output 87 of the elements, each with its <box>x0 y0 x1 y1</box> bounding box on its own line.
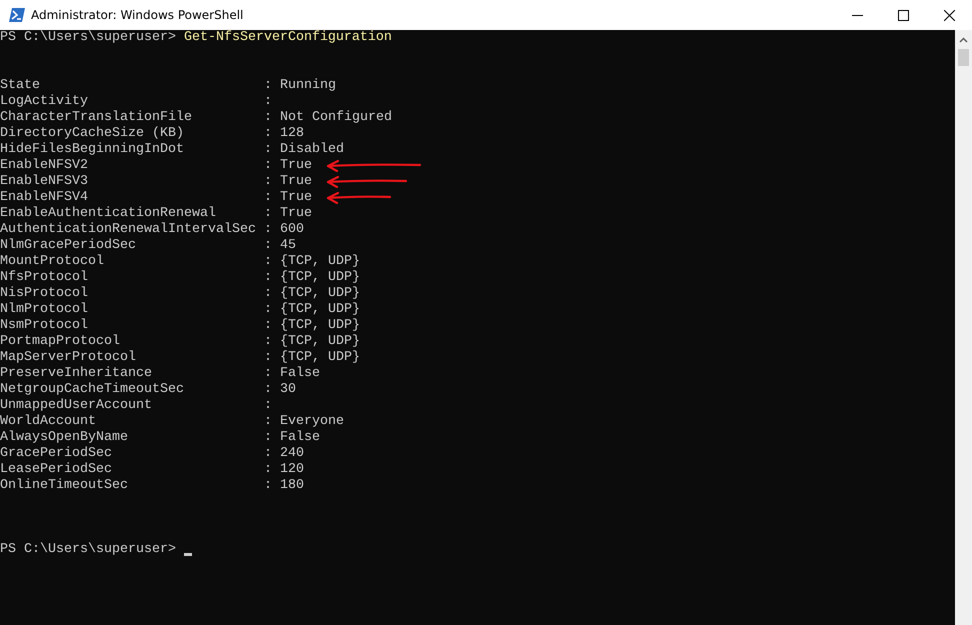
separator-text: : <box>264 126 272 142</box>
property-value: Disabled <box>280 142 344 158</box>
separator-text: : <box>264 414 272 430</box>
scrollbar-thumb[interactable] <box>958 49 969 66</box>
property-value: Running <box>280 78 336 94</box>
separator-text: : <box>264 382 272 398</box>
separator-text: : <box>264 270 272 286</box>
maximize-icon <box>898 10 908 20</box>
separator-text: : <box>264 478 272 494</box>
separator-text: : <box>264 190 272 206</box>
property-value: False <box>280 430 320 446</box>
separator-text: : <box>264 318 272 334</box>
separator-text: : <box>264 222 272 238</box>
separator-text: : <box>264 446 272 462</box>
separator-text: : <box>264 430 272 446</box>
separator-text: : <box>264 398 272 414</box>
property-value: True <box>280 190 312 206</box>
property-name: WorldAccount <box>0 414 97 430</box>
property-name: NsmProtocol <box>0 318 89 334</box>
command-text: Get-NfsServerConfiguration <box>184 30 392 46</box>
property-value: {TCP, UDP} <box>280 286 360 302</box>
property-value: True <box>280 174 312 190</box>
window-title: Administrator: Windows PowerShell <box>31 8 244 22</box>
property-name: LeasePeriodSec <box>0 462 113 478</box>
text-cursor <box>184 553 192 556</box>
property-name: NfsProtocol <box>0 270 89 286</box>
separator-text: : <box>264 462 272 478</box>
separator-text: : <box>264 254 272 270</box>
separator-text: : <box>264 78 272 94</box>
property-name: AuthenticationRenewalIntervalSec <box>0 222 257 238</box>
property-name: AlwaysOpenByName <box>0 430 129 446</box>
property-value: 128 <box>280 126 304 142</box>
property-value: 120 <box>280 462 304 478</box>
property-name: PreserveInheritance <box>0 366 153 382</box>
separator-text: : <box>264 238 272 254</box>
property-value: 600 <box>280 222 304 238</box>
separator-text: : <box>264 350 272 366</box>
property-name: GracePeriodSec <box>0 446 113 462</box>
powershell-icon <box>9 8 25 22</box>
property-name: NlmGracePeriodSec <box>0 238 137 254</box>
property-value: {TCP, UDP} <box>280 334 360 350</box>
prompt-text: PS C:\Users\superuser> <box>0 542 176 558</box>
property-name: EnableAuthenticationRenewal <box>0 206 217 222</box>
property-name: NisProtocol <box>0 286 89 302</box>
property-name: MapServerProtocol <box>0 350 137 366</box>
property-name: EnableNFSV2 <box>0 158 89 174</box>
property-name: NlmProtocol <box>0 302 89 318</box>
property-name: State <box>0 78 41 94</box>
property-value: {TCP, UDP} <box>280 318 360 334</box>
separator-text: : <box>264 206 272 222</box>
separator-text: : <box>264 334 272 350</box>
property-name: MountProtocol <box>0 254 105 270</box>
separator-text: : <box>264 302 272 318</box>
property-name: NetgroupCacheTimeoutSec <box>0 382 185 398</box>
separator-text: : <box>264 174 272 190</box>
close-icon <box>944 10 954 20</box>
property-name: DirectoryCacheSize (KB) <box>0 126 185 142</box>
property-name: PortmapProtocol <box>0 334 121 350</box>
property-name: OnlineTimeoutSec <box>0 478 129 494</box>
property-name: EnableNFSV3 <box>0 174 89 190</box>
property-name: HideFilesBeginningInDot <box>0 142 185 158</box>
prompt-text: PS C:\Users\superuser> <box>0 30 176 46</box>
separator-text: : <box>264 158 272 174</box>
property-name: UnmappedUserAccount <box>0 398 153 414</box>
property-value: {TCP, UDP} <box>280 270 360 286</box>
property-value: True <box>280 158 312 174</box>
property-value: False <box>280 366 320 382</box>
property-value: 180 <box>280 478 304 494</box>
property-value: Not Configured <box>280 110 392 126</box>
separator-text: : <box>264 94 272 110</box>
separator-text: : <box>264 286 272 302</box>
property-value: 45 <box>280 238 296 254</box>
property-value: {TCP, UDP} <box>280 302 360 318</box>
scrollbar[interactable] <box>955 30 972 625</box>
property-value: Everyone <box>280 414 344 430</box>
property-value: {TCP, UDP} <box>280 350 360 366</box>
scroll-up-icon[interactable] <box>959 37 968 43</box>
separator-text: : <box>264 142 272 158</box>
property-value: 30 <box>280 382 296 398</box>
property-value: 240 <box>280 446 304 462</box>
property-name: CharacterTranslationFile <box>0 110 193 126</box>
property-value: True <box>280 206 312 222</box>
property-name: LogActivity <box>0 94 89 110</box>
property-name: EnableNFSV4 <box>0 190 89 206</box>
separator-text: : <box>264 366 272 382</box>
separator-text: : <box>264 110 272 126</box>
property-value: {TCP, UDP} <box>280 254 360 270</box>
